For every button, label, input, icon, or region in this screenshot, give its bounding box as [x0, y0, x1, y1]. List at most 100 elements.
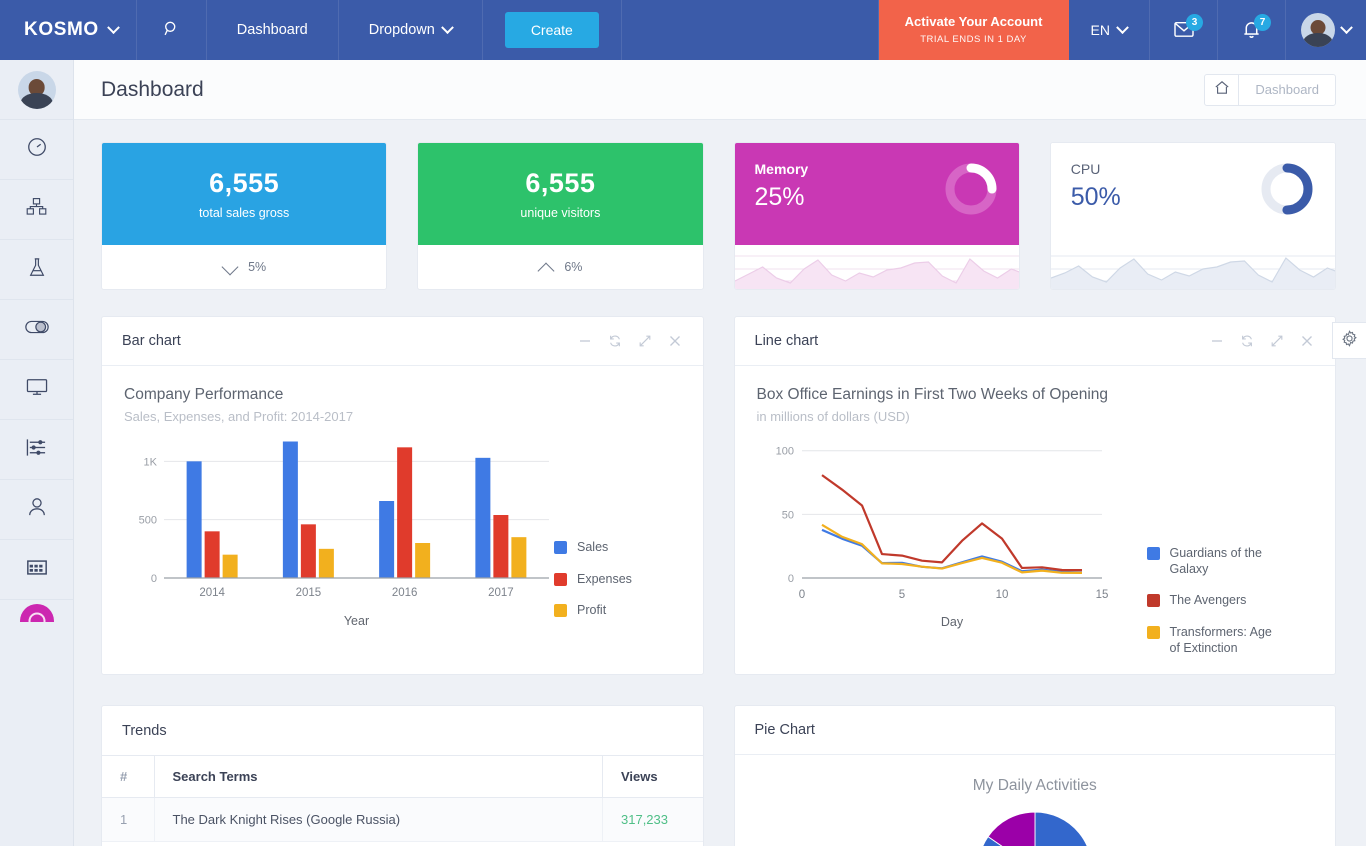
resource-value: 50%: [1070, 183, 1121, 211]
settings-toggle-button[interactable]: [1332, 322, 1366, 359]
nav-link-dropdown[interactable]: Dropdown: [339, 0, 483, 60]
bell-badge: 7: [1254, 14, 1271, 31]
legend-item[interactable]: The Avengers: [1146, 593, 1283, 609]
svg-text:0: 0: [151, 573, 157, 585]
stat-delta: 5%: [248, 260, 267, 274]
legend-item[interactable]: Profit: [554, 603, 632, 619]
activate-account-banner[interactable]: Activate Your Account TRIAL ENDS IN 1 DA…: [878, 0, 1069, 60]
minimize-icon[interactable]: [1209, 333, 1225, 349]
panel-title: Bar chart: [122, 333, 181, 349]
legend-item[interactable]: Guardians of the Galaxy: [1146, 546, 1283, 577]
brand-menu[interactable]: KOSMO: [0, 0, 137, 60]
user-icon: [27, 496, 47, 523]
sidebar-item-screens[interactable]: [0, 360, 73, 420]
grid-icon: [26, 558, 48, 582]
breadcrumb: Dashboard: [1204, 73, 1336, 106]
messages-button[interactable]: 3: [1150, 0, 1218, 60]
resource-value: 25%: [754, 183, 805, 211]
avatar: [1301, 13, 1335, 47]
svg-text:Day: Day: [940, 615, 963, 629]
dashboard-scroll-area: 6,555 total sales gross 5% 6,555 unique …: [74, 120, 1366, 846]
brand-label: KOSMO: [24, 19, 99, 40]
sidebar-item-notification-badge[interactable]: [0, 600, 73, 622]
chart-title: Company Performance: [124, 386, 284, 403]
sliders-icon: [25, 437, 48, 463]
resource-card-cpu: CPU 50%: [1049, 142, 1336, 290]
monitor-icon: [25, 377, 49, 402]
panel-line-chart: Line chart Box Office Earnings in First …: [733, 316, 1336, 675]
mail-badge: 3: [1186, 14, 1203, 31]
panel-title: Pie Chart: [754, 722, 815, 738]
stat-value: 6,555: [525, 168, 596, 198]
sidebar-item-toggles[interactable]: [0, 300, 73, 360]
legend-label: Expenses: [577, 571, 632, 586]
page-header: Dashboard Dashboard: [74, 60, 1366, 120]
sidebar-item-components[interactable]: [0, 180, 73, 240]
nav-link-label: Dropdown: [368, 22, 435, 38]
svg-text:2015: 2015: [296, 587, 322, 599]
svg-text:5: 5: [898, 589, 904, 601]
stat-label: total sales gross: [198, 206, 290, 220]
line-chart-area: 0 50 100 0 5 10 15 Day Guardians of the Galaxy T…: [757, 428, 1314, 658]
create-button-cell: Create: [483, 0, 622, 60]
close-icon[interactable]: [1299, 333, 1315, 349]
top-navigation-bar: KOSMO Dashboard Dropdown Create Activate…: [0, 0, 1366, 60]
stat-card-footer: 6%: [418, 245, 702, 289]
sidebar-item-tables[interactable]: [0, 540, 73, 600]
chevron-down-icon: [440, 20, 454, 34]
expand-icon[interactable]: [637, 333, 653, 349]
legend-swatch: [554, 604, 567, 618]
legend-swatch: [554, 541, 567, 554]
table-row[interactable]: 1 The Dark Knight Rises (Google Russia) …: [102, 797, 703, 842]
chevron-down-icon: [1116, 20, 1129, 34]
column-header-search-terms: Search Terms: [154, 755, 603, 798]
sidebar-item-user-avatar[interactable]: [0, 60, 73, 120]
minimize-icon[interactable]: [577, 333, 593, 349]
user-menu[interactable]: [1286, 0, 1366, 60]
close-icon[interactable]: [667, 333, 683, 349]
stat-cards-row: 6,555 total sales gross 5% 6,555 unique …: [101, 142, 1336, 290]
pink-circle-icon: [19, 604, 54, 622]
legend-label: The Avengers: [1169, 593, 1247, 608]
panel-body: My Daily Activities: [735, 755, 1336, 846]
search-button[interactable]: [137, 0, 207, 60]
sidebar: [0, 60, 74, 846]
panel-title: Trends: [122, 722, 167, 739]
nav-link-label: Dashboard: [236, 22, 308, 38]
sidebar-item-dashboard[interactable]: [0, 120, 73, 180]
sidebar-item-settings-sliders[interactable]: [0, 420, 73, 480]
svg-text:0: 0: [798, 589, 804, 601]
bar-chart-heading: Company Performance Sales, Expenses, and…: [124, 386, 681, 424]
language-selector[interactable]: EN: [1069, 0, 1150, 60]
create-button[interactable]: Create: [504, 12, 599, 48]
breadcrumb-home-link[interactable]: [1205, 74, 1240, 105]
bottom-row: Trends # Search Terms Views 1 The Dark K: [101, 705, 1336, 846]
legend-item[interactable]: Expenses: [554, 572, 632, 588]
cpu-donut-gauge: [1259, 161, 1315, 222]
main-content: Dashboard Dashboard 6,555 total sales gr…: [74, 60, 1366, 846]
search-icon: [163, 20, 180, 40]
stat-label: unique visitors: [520, 206, 601, 220]
panel-bar-chart: Bar chart Company Performance Sales, Exp…: [101, 316, 704, 675]
nav-spacer: [622, 0, 879, 60]
svg-text:15: 15: [1095, 589, 1108, 601]
legend-label: Profit: [577, 603, 607, 618]
panel-header: Line chart: [734, 317, 1335, 366]
notifications-button[interactable]: 7: [1218, 0, 1286, 60]
chart-subtitle: Sales, Expenses, and Profit: 2014-2017: [124, 409, 354, 424]
expand-icon[interactable]: [1269, 333, 1285, 349]
panel-toolbar: [1209, 333, 1315, 349]
refresh-icon[interactable]: [607, 333, 623, 349]
nav-link-dashboard[interactable]: Dashboard: [207, 0, 339, 60]
legend-item[interactable]: Sales: [554, 540, 632, 556]
trial-title: Activate Your Account: [904, 14, 1043, 30]
panel-toolbar: [577, 333, 683, 349]
sidebar-item-lab[interactable]: [0, 240, 73, 300]
legend-item[interactable]: Transformers: Age of Extinction: [1146, 625, 1283, 656]
memory-donut-gauge: [943, 161, 999, 222]
line-chart-heading: Box Office Earnings in First Two Weeks o…: [757, 386, 1314, 424]
refresh-icon[interactable]: [1239, 333, 1255, 349]
stat-delta: 6%: [564, 260, 583, 274]
sidebar-item-profile[interactable]: [0, 480, 73, 540]
panel-header: Bar chart: [102, 317, 703, 366]
